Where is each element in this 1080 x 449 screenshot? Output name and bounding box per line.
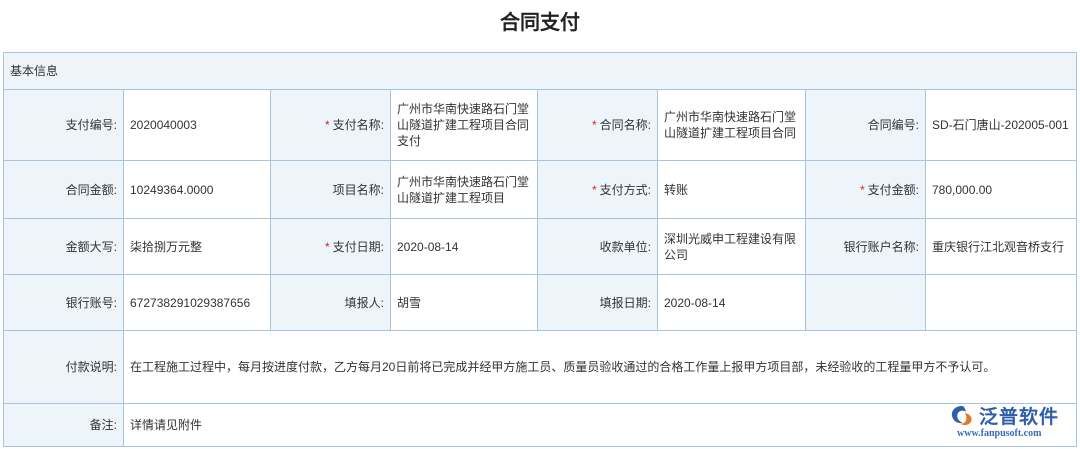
fanpu-logo-icon <box>951 406 972 426</box>
empty-value-cell <box>924 274 1078 331</box>
watermark-url: www.fanpusoft.com <box>957 428 1042 439</box>
project-name-value[interactable]: 广州市华南快速路石门堂山隧道扩建工程项目 <box>390 160 538 219</box>
amount-upper-label: 金额大写: <box>3 218 124 275</box>
payment-name-value[interactable]: 广州市华南快速路石门堂山隧道扩建工程项目合同支付 <box>390 89 538 161</box>
amount-upper-value[interactable]: 柒拾捌万元整 <box>123 218 271 275</box>
contract-name-value[interactable]: 广州市华南快速路石门堂山隧道扩建工程项目合同 <box>657 89 806 161</box>
payment-amount-value[interactable]: 780,000.00 <box>924 160 1078 219</box>
required-mark: * <box>591 182 597 197</box>
payee-label: 收款单位: <box>537 218 658 275</box>
contract-amount-value[interactable]: 10249364.0000 <box>123 160 271 219</box>
payment-note-label: 付款说明: <box>3 330 124 404</box>
form-row: 备注: 详情请见附件 <box>3 403 1078 447</box>
contract-no-value[interactable]: SD-石门唐山-202005-001 <box>924 89 1078 161</box>
fanpu-watermark: 泛普软件 www.fanpusoft.com <box>949 402 1077 444</box>
required-mark: * <box>859 182 865 197</box>
form-row: 金额大写: 柒拾捌万元整 * 支付日期: 2020-08-14 收款单位: 深圳光… <box>3 218 1078 275</box>
payment-date-label: * 支付日期: <box>270 218 391 275</box>
form-row: 合同金额: 10249364.0000 项目名称: 广州市华南快速路石门堂山隧道… <box>3 160 1078 219</box>
bank-account-no-value[interactable]: 672738291029387656 <box>123 274 271 331</box>
empty-label-cell <box>805 274 926 331</box>
remark-value[interactable]: 详情请见附件 <box>122 403 1078 447</box>
project-name-label: 项目名称: <box>270 160 391 219</box>
fill-date-label: 填报日期: <box>537 274 658 331</box>
bank-account-no-label: 银行账号: <box>3 274 124 331</box>
filler-value[interactable]: 胡雪 <box>390 274 538 331</box>
form-row: 支付编号: 2020040003 * 支付名称: 广州市华南快速路石门堂山隧道扩建… <box>3 89 1078 161</box>
contract-name-label: * 合同名称: <box>537 89 658 161</box>
payee-value[interactable]: 深圳光威申工程建设有限公司 <box>657 218 806 275</box>
required-mark: * <box>591 118 597 132</box>
contract-amount-label: 合同金额: <box>3 160 124 219</box>
required-mark: * <box>324 118 330 132</box>
payment-date-value[interactable]: 2020-08-14 <box>390 218 538 275</box>
payment-method-label: * 支付方式: <box>537 160 658 219</box>
payment-note-value[interactable]: 在工程施工过程中，每月按进度付款，乙方每月20日前将已完成并经甲方施工员、质量员… <box>122 330 1078 404</box>
payment-name-label: * 支付名称: <box>270 89 391 161</box>
bank-account-name-label: 银行账户名称: <box>805 218 926 275</box>
remark-label: 备注: <box>3 403 124 447</box>
bank-account-name-value[interactable]: 重庆银行江北观音桥支行 <box>924 218 1078 275</box>
payment-no-value[interactable]: 2020040003 <box>123 89 271 161</box>
section-header: 基本信息 <box>2 52 1078 90</box>
payment-amount-label: * 支付金额: <box>805 160 926 219</box>
filler-label: 填报人: <box>270 274 391 331</box>
contract-no-label: 合同编号: <box>805 89 926 161</box>
payment-form: 基本信息 支付编号: 2020040003 * 支付名称: 广州市华南快速路石门堂… <box>2 52 1078 447</box>
fill-date-value[interactable]: 2020-08-14 <box>657 274 806 331</box>
payment-no-label: 支付编号: <box>3 89 124 161</box>
form-row: 付款说明: 在工程施工过程中，每月按进度付款，乙方每月20日前将已完成并经甲方施… <box>3 330 1078 404</box>
page-title: 合同支付 <box>500 12 580 34</box>
form-row: 银行账号: 672738291029387656 填报人: 胡雪 填报日期: 2… <box>3 274 1078 331</box>
watermark-text: 泛普软件 <box>979 407 1060 428</box>
required-mark: * <box>324 239 330 254</box>
payment-method-value[interactable]: 转账 <box>657 160 806 219</box>
